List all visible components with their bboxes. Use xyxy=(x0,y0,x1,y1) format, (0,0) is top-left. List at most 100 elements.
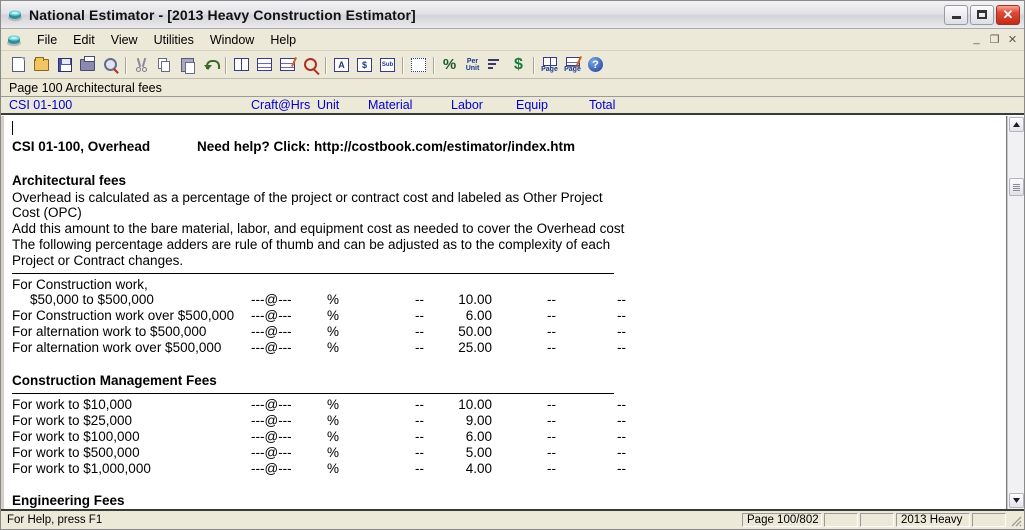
row-craft-hrs: ---@--- xyxy=(251,308,292,323)
csi-label: CSI 01-100 xyxy=(9,98,73,112)
mdi-close-button[interactable]: ✕ xyxy=(1004,31,1021,47)
row-equip: -- xyxy=(547,461,556,476)
row-equip: -- xyxy=(547,324,556,339)
maximize-button[interactable] xyxy=(970,4,994,25)
minimize-button[interactable] xyxy=(944,4,968,25)
print-icon[interactable] xyxy=(76,53,99,76)
toolbar-separator xyxy=(322,55,330,75)
sort-icon[interactable] xyxy=(484,53,507,76)
scroll-down-button[interactable] xyxy=(1009,493,1024,508)
per-unit-icon[interactable]: Per Unit xyxy=(461,53,484,76)
row-description: For alternation work to $500,000 xyxy=(12,324,207,339)
row-total: -- xyxy=(617,324,626,339)
print-preview-icon[interactable] xyxy=(99,53,122,76)
menu-item-window[interactable]: Window xyxy=(202,31,262,49)
subtotal-icon[interactable]: Sub xyxy=(376,53,399,76)
undo-icon[interactable] xyxy=(199,53,222,76)
row-description: $50,000 to $500,000 xyxy=(30,292,154,307)
save-icon[interactable] xyxy=(53,53,76,76)
row-unit: % xyxy=(327,340,340,355)
row-total: -- xyxy=(617,445,626,460)
page-strip-text: Page 100 Architectural fees xyxy=(9,80,162,95)
column-material[interactable]: Material xyxy=(368,98,412,112)
status-pane-blank-2 xyxy=(860,513,894,527)
column-unit[interactable]: Unit xyxy=(317,98,339,112)
row-unit: % xyxy=(327,445,340,460)
row-description: For work to $1,000,000 xyxy=(12,461,151,476)
row-unit: % xyxy=(327,308,340,323)
doc-help-link[interactable]: Need help? Click: http://costbook.com/es… xyxy=(197,139,575,154)
status-page-indicator: Page 100/802 xyxy=(742,513,822,527)
menu-item-file[interactable]: File xyxy=(29,31,65,49)
row-equip: -- xyxy=(547,340,556,355)
row-total: -- xyxy=(617,461,626,476)
paragraph-line: Overhead is calculated as a percentage o… xyxy=(12,190,603,205)
row-craft-hrs: ---@--- xyxy=(251,324,292,339)
row-unit: % xyxy=(327,413,340,428)
resize-grip[interactable] xyxy=(1008,513,1022,527)
new-icon[interactable] xyxy=(7,53,30,76)
toolbar-separator xyxy=(430,55,438,75)
page-edit-icon[interactable]: Page xyxy=(561,53,584,76)
costbook-icon[interactable] xyxy=(230,53,253,76)
toolbar: A $ Sub % Per Unit $ Page Page ? xyxy=(1,51,1024,79)
menu-item-help[interactable]: Help xyxy=(262,31,304,49)
row-total: -- xyxy=(617,292,626,307)
status-bar: For Help, press F1 Page 100/802 2013 Hea… xyxy=(1,509,1024,529)
row-craft-hrs: ---@--- xyxy=(251,413,292,428)
scrollbar-thumb[interactable] xyxy=(1009,178,1024,196)
column-equip[interactable]: Equip xyxy=(516,98,548,112)
document-window-icon[interactable] xyxy=(5,32,23,48)
costbook-page[interactable]: CSI 01-100, Overhead Need help? Click: h… xyxy=(1,116,1007,509)
toolbar-separator xyxy=(122,55,130,75)
help-icon[interactable]: ? xyxy=(584,53,607,76)
percent-icon[interactable]: % xyxy=(438,53,461,76)
mdi-minimize-button[interactable]: _ xyxy=(968,31,985,47)
column-labor[interactable]: Labor xyxy=(451,98,483,112)
doc-title-left: CSI 01-100, Overhead xyxy=(12,139,151,154)
column-header-bar: CSI 01-100 Craft@Hrs Unit Material Labor… xyxy=(1,97,1024,115)
menu-item-edit[interactable]: Edit xyxy=(65,31,103,49)
window-controls: ✕ xyxy=(944,4,1022,25)
menu-item-view[interactable]: View xyxy=(103,31,146,49)
row-material: -- xyxy=(415,324,424,339)
recalculate-icon[interactable] xyxy=(407,53,430,76)
page-view-icon[interactable]: Page xyxy=(538,53,561,76)
text-caret xyxy=(12,121,13,135)
scroll-up-button[interactable] xyxy=(1009,117,1024,132)
row-total: -- xyxy=(617,397,626,412)
section-divider xyxy=(12,273,614,274)
row-description: For alternation work over $500,000 xyxy=(12,340,222,355)
row-equip: -- xyxy=(547,445,556,460)
application-window: National Estimator - [2013 Heavy Constru… xyxy=(0,0,1025,530)
row-material: -- xyxy=(415,413,424,428)
toolbar-separator xyxy=(222,55,230,75)
title-bar: National Estimator - [2013 Heavy Constru… xyxy=(1,1,1024,29)
column-total[interactable]: Total xyxy=(589,98,615,112)
row-unit: % xyxy=(327,429,340,444)
vertical-scrollbar[interactable] xyxy=(1007,116,1024,509)
mdi-window-controls: _ ❐ ✕ xyxy=(968,31,1021,47)
add-item-icon[interactable]: A xyxy=(330,53,353,76)
find-icon[interactable] xyxy=(299,53,322,76)
open-folder-icon[interactable] xyxy=(30,53,53,76)
status-edition: 2013 Heavy xyxy=(896,513,970,527)
row-equip: -- xyxy=(547,413,556,428)
estimate-icon[interactable] xyxy=(253,53,276,76)
dollar-icon[interactable]: $ xyxy=(507,53,530,76)
edit-estimate-icon[interactable] xyxy=(276,53,299,76)
copy-icon[interactable] xyxy=(153,53,176,76)
add-cost-icon[interactable]: $ xyxy=(353,53,376,76)
column-craft-hrs[interactable]: Craft@Hrs xyxy=(251,98,310,112)
row-labor: 10.00 xyxy=(458,292,492,307)
row-craft-hrs: ---@--- xyxy=(251,445,292,460)
paste-icon[interactable] xyxy=(176,53,199,76)
row-unit: % xyxy=(327,461,340,476)
close-button[interactable]: ✕ xyxy=(996,4,1020,25)
menu-item-utilities[interactable]: Utilities xyxy=(146,31,202,49)
mdi-restore-button[interactable]: ❐ xyxy=(986,31,1003,47)
section-heading-construction-management-fees: Construction Management Fees xyxy=(12,373,217,388)
cut-icon[interactable] xyxy=(130,53,153,76)
row-unit: % xyxy=(327,292,340,307)
row-material: -- xyxy=(415,461,424,476)
